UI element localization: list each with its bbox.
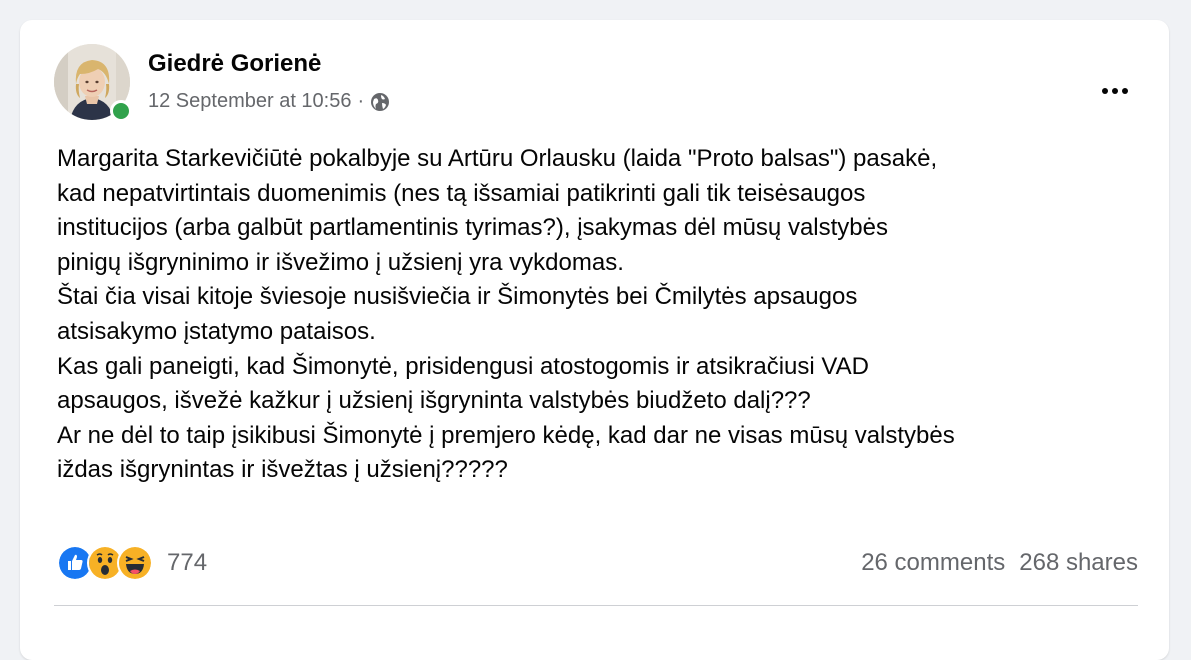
haha-icon — [117, 545, 153, 581]
online-status-indicator — [110, 100, 132, 122]
comments-count-link[interactable]: 26 comments — [861, 549, 1005, 577]
globe-icon[interactable] — [370, 92, 390, 112]
reactions-summary[interactable]: 774 — [57, 545, 207, 581]
engagement-stats: 26 comments 268 shares — [861, 549, 1138, 577]
post-text-line: Ar ne dėl to taip įsikibusi Šimonytė į p… — [57, 421, 955, 449]
meta-separator: · — [357, 90, 365, 112]
post-header: Giedrė Gorienė 12 September at 10:56 · — [54, 44, 1135, 124]
post-text-line: Margarita Starkevičiūtė pokalbyje su Art… — [57, 145, 938, 172]
author-avatar[interactable] — [54, 44, 132, 122]
footer-divider — [54, 605, 1138, 606]
post-text-line: iždas išgrynintas ir išvežtas į užsienį?… — [57, 456, 508, 484]
post-text-line: kad nepatvirtintais duomenimis (nes tą i… — [57, 179, 866, 207]
post-text-line: Kas gali paneigti, kad Šimonytė, priside… — [57, 352, 869, 380]
post-text-line: pinigų išgryninimo ir išvežimo į užsienį… — [57, 248, 624, 276]
reaction-count: 774 — [167, 549, 208, 576]
post-text-line: Štai čia visai kitoje šviesoje nusišvieč… — [57, 283, 858, 311]
shares-count-link[interactable]: 268 shares — [1019, 549, 1138, 577]
post-text-line: atsisakymo įstatymo pataisos. — [57, 317, 376, 345]
post-timestamp[interactable]: 12 September at 10:56 — [148, 90, 351, 113]
post-text-line: apsaugos, išvežė kažkur į užsienį išgryn… — [57, 387, 811, 415]
post-footer: 774 26 comments 268 shares — [57, 545, 1138, 589]
more-options-icon[interactable] — [1095, 76, 1135, 106]
post-meta: 12 September at 10:56 · — [148, 90, 390, 113]
author-name[interactable]: Giedrė Gorienė — [148, 50, 321, 78]
post-text: Margarita Starkevičiūtė pokalbyje su Art… — [57, 142, 1147, 488]
post-text-line: institucijos (arba galbūt partlamentinis… — [57, 214, 888, 242]
post-card: Giedrė Gorienė 12 September at 10:56 · M… — [20, 20, 1169, 660]
